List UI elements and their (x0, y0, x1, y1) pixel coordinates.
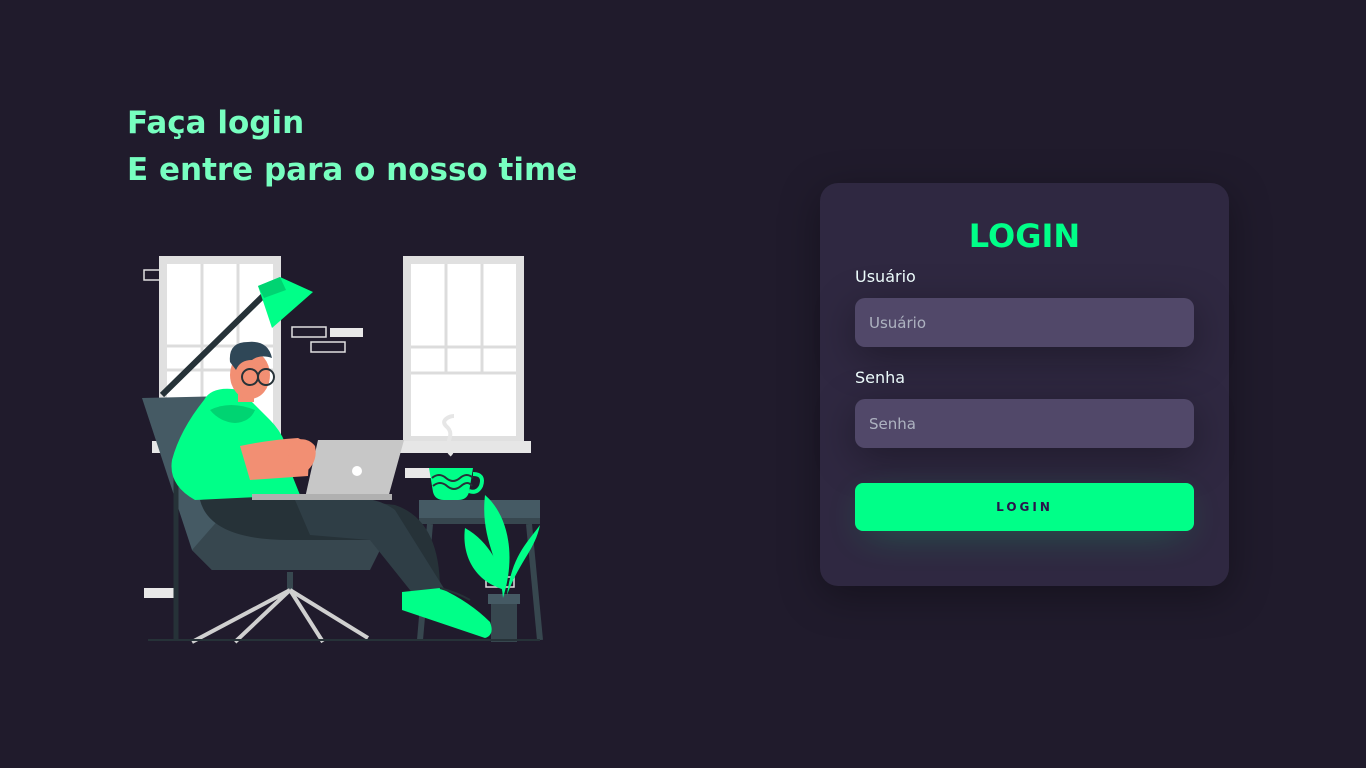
password-label: Senha (855, 368, 906, 387)
login-page: Faça login E entre para o nosso time LOG… (0, 0, 1366, 768)
username-label: Usuário (855, 267, 916, 286)
hero-headline-line-1: Faça login (127, 105, 305, 141)
person-working-on-laptop-illustration (142, 256, 543, 644)
hero-headline: Faça login E entre para o nosso time (127, 100, 727, 194)
login-button[interactable]: LOGIN (855, 483, 1194, 531)
hero-section: Faça login E entre para o nosso time (127, 100, 727, 194)
login-card-title: LOGIN (968, 217, 1081, 255)
password-input[interactable] (855, 399, 1194, 448)
hero-headline-line-2: E entre para o nosso time (127, 152, 578, 188)
username-input[interactable] (855, 298, 1194, 347)
